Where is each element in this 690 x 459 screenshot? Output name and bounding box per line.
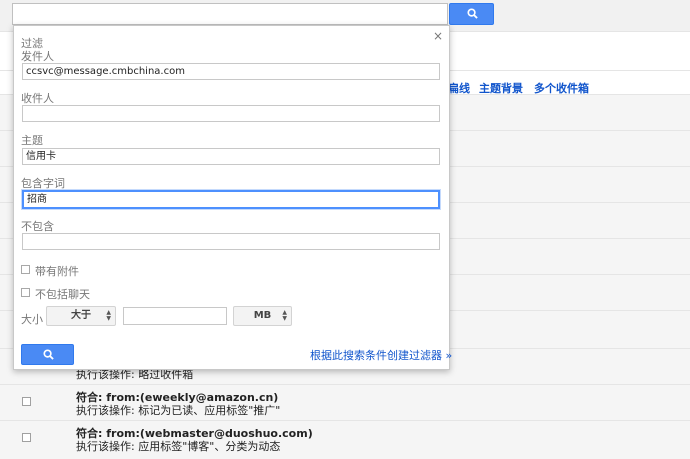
search-icon — [467, 8, 478, 19]
attachment-label: 带有附件 — [35, 265, 79, 278]
from-label: 发件人 — [21, 50, 54, 63]
gmail-filter-page: 扁线 主题背景 多个收件箱 执行该操作: 略过收件箱 符合: from:(ewe… — [0, 0, 690, 459]
rule-condition: 符合: from:(webmaster@duoshuo.com) — [76, 427, 313, 440]
create-filter-link[interactable]: 根据此搜索条件创建过滤器 » — [310, 347, 452, 363]
search-button[interactable] — [449, 3, 494, 25]
size-input[interactable] — [123, 307, 227, 325]
not-words-label: 不包含 — [21, 220, 54, 233]
updown-icon: ▲ ▼ — [106, 309, 111, 322]
search-icon — [43, 349, 54, 360]
size-operator-select[interactable]: 大于 ▲ ▼ — [46, 306, 116, 326]
attachment-checkbox[interactable] — [21, 265, 30, 274]
size-unit-select[interactable]: MB ▲ ▼ — [233, 306, 292, 326]
to-field[interactable] — [22, 105, 440, 122]
size-unit-value: MB — [253, 310, 272, 321]
rule-checkbox[interactable] — [22, 397, 31, 406]
filter-search-button[interactable] — [21, 344, 74, 365]
rule-action: 执行该操作: 标记为已读、应用标签"推广" — [76, 404, 281, 417]
not-words-field[interactable] — [22, 233, 440, 250]
has-words-field[interactable]: 招商 — [22, 190, 440, 209]
filter-rule-row: 符合: from:(eweekly@amazon.cn) 执行该操作: 标记为已… — [0, 384, 690, 420]
size-label: 大小 — [21, 313, 43, 326]
has-words-label: 包含字词 — [21, 177, 65, 190]
search-input[interactable] — [12, 3, 448, 25]
filter-rule-row: 符合: from:(webmaster@duoshuo.com) 执行该操作: … — [0, 420, 690, 459]
subject-field[interactable]: 信用卡 — [22, 148, 440, 165]
to-label: 收件人 — [21, 92, 54, 105]
rule-condition: 符合: from:(eweekly@amazon.cn) — [76, 391, 279, 404]
updown-icon: ▲ ▼ — [282, 309, 287, 322]
no-chats-label: 不包括聊天 — [35, 288, 90, 301]
size-operator-value: 大于 — [71, 310, 91, 321]
rule-action: 执行该操作: 应用标签"博客"、分类为动态 — [76, 440, 281, 453]
close-icon[interactable]: × — [433, 29, 443, 43]
subject-label: 主题 — [21, 134, 43, 147]
rule-checkbox[interactable] — [22, 433, 31, 442]
filter-panel: × 过滤 发件人 ccsvc@message.cmbchina.com 收件人 … — [13, 25, 452, 370]
no-chats-checkbox[interactable] — [21, 288, 30, 297]
from-field[interactable]: ccsvc@message.cmbchina.com — [22, 63, 440, 80]
